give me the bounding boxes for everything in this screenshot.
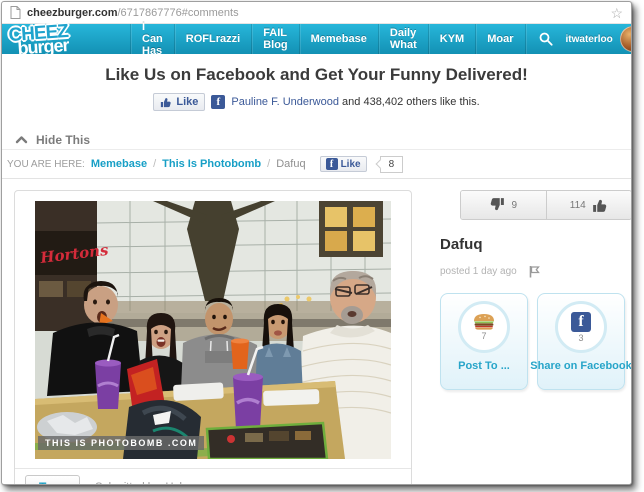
breadcrumb-like-button[interactable]: f Like: [319, 156, 367, 172]
search-button[interactable]: [524, 24, 566, 54]
upvote-button[interactable]: 114: [545, 191, 631, 219]
cheezburger-logo[interactable]: CHEEZ burger: [8, 21, 70, 59]
post-card: Hortons THIS IS PHOTOBOMB .COM: [14, 190, 412, 484]
banner-heading: Like Us on Facebook and Get Your Funny D…: [105, 65, 528, 84]
nav-item-daily-what[interactable]: Daily What: [377, 24, 428, 54]
breadcrumb: YOU ARE HERE: Memebase / This Is Photobo…: [2, 150, 631, 179]
breadcrumb-separator: /: [153, 158, 157, 170]
post-sidebar: 9 114 Dafuq posted 1 day ago 7 Post To .…: [440, 190, 631, 390]
chevron-up-icon: [15, 135, 28, 144]
avatar[interactable]: [619, 26, 631, 52]
upvote-count: 114: [569, 199, 586, 211]
logo-text-bottom: burger: [16, 35, 70, 59]
nav-item-memebase[interactable]: Memebase: [298, 24, 378, 54]
breadcrumb-like-label: Like: [340, 158, 361, 170]
liker-name-link[interactable]: Pauline F. Underwood: [231, 96, 339, 108]
share-on-facebook-label: Share on Facebook: [530, 360, 632, 372]
nav-user-area: itwaterloo Create!: [566, 26, 631, 52]
url-path: /6717867776#comments: [117, 6, 239, 19]
burger-icon: [472, 313, 496, 330]
share-on-facebook-card[interactable]: f 3 Share on Facebook: [530, 293, 631, 390]
downvote-count: 9: [511, 199, 518, 211]
post-image[interactable]: Hortons THIS IS PHOTOBOMB .COM: [35, 201, 391, 459]
share-circle: 7: [458, 301, 510, 353]
nav-menu: I Can Has ROFLrazzi FAIL Blog Memebase D…: [130, 21, 566, 57]
like-count-bubble: 8: [379, 155, 404, 173]
main-content: Hortons THIS IS PHOTOBOMB .COM 9 114 Daf…: [2, 179, 631, 484]
nav-item-fail-blog[interactable]: FAIL Blog: [251, 24, 298, 54]
photobomb-watermark: THIS IS PHOTOBOMB .COM: [38, 436, 205, 450]
posted-info: posted 1 day ago: [440, 265, 630, 278]
browser-window: cheezburger.com/6717867776#comments ☆ CH…: [1, 1, 632, 485]
likers-text: and 438,402 others like this.: [342, 96, 480, 108]
hide-this-bar[interactable]: Hide This: [2, 130, 631, 150]
main-navbar: CHEEZ burger I Can Has ROFLrazzi FAIL Bl…: [2, 21, 631, 59]
flag-icon[interactable]: [529, 265, 540, 278]
facebook-banner: Like Us on Facebook and Get Your Funny D…: [2, 54, 631, 130]
thumb-up-icon: [592, 197, 608, 213]
facebook-icon: f: [571, 311, 591, 332]
facebook-icon: f: [325, 158, 338, 170]
tags-button[interactable]: Tags: [25, 475, 81, 484]
post-to-cheezburger-card[interactable]: 7 Post To ...: [440, 293, 528, 390]
search-icon: [539, 32, 553, 46]
share-count: 7: [481, 331, 487, 341]
post-title: Dafuq: [440, 236, 483, 253]
bookmark-star-icon[interactable]: ☆: [610, 6, 623, 20]
share-cards: 7 Post To ... f 3 Share on Facebook: [440, 293, 631, 390]
thumb-down-icon: [489, 197, 505, 213]
breadcrumb-separator: /: [267, 158, 271, 170]
username-label[interactable]: itwaterloo: [566, 34, 613, 45]
post-card-footer: Tags Submitted by: Unknown: [15, 468, 411, 484]
nav-item-i-can-has[interactable]: I Can Has: [130, 21, 174, 57]
url-text[interactable]: cheezburger.com/6717867776#comments: [27, 7, 239, 19]
share-circle: f 3: [555, 301, 607, 353]
breadcrumb-link-memebase[interactable]: Memebase: [91, 158, 147, 170]
nav-item-kym[interactable]: KYM: [427, 24, 475, 54]
url-bar[interactable]: cheezburger.com/6717867776#comments ☆: [2, 2, 631, 24]
breadcrumb-current: Dafuq: [276, 158, 306, 170]
vote-buttons: 9 114: [460, 190, 631, 220]
submitted-by-label: Submitted by: Unknown: [95, 481, 211, 484]
breadcrumb-prefix: YOU ARE HERE:: [7, 158, 85, 170]
post-to-label: Post To ...: [458, 360, 510, 372]
breadcrumb-link-this-is-photobomb[interactable]: This Is Photobomb: [162, 158, 261, 170]
facebook-like-button[interactable]: Like: [153, 93, 206, 111]
facebook-like-label: Like: [176, 96, 199, 108]
nav-item-roflrazzi[interactable]: ROFLrazzi: [173, 24, 251, 54]
url-host: cheezburger.com: [27, 6, 118, 19]
hide-this-label: Hide This: [36, 132, 91, 147]
nav-item-moar[interactable]: Moar: [475, 24, 524, 54]
food-court-scene: Hortons: [35, 201, 391, 459]
share-count: 3: [578, 332, 584, 343]
facebook-like-row: Like f Pauline F. Underwood and 438,402 …: [2, 93, 631, 111]
facebook-icon: f: [211, 95, 226, 109]
downvote-button[interactable]: 9: [461, 191, 546, 219]
posted-time-label: posted 1 day ago: [440, 266, 517, 277]
thumb-up-icon: [160, 96, 172, 108]
page-icon: [10, 6, 21, 19]
